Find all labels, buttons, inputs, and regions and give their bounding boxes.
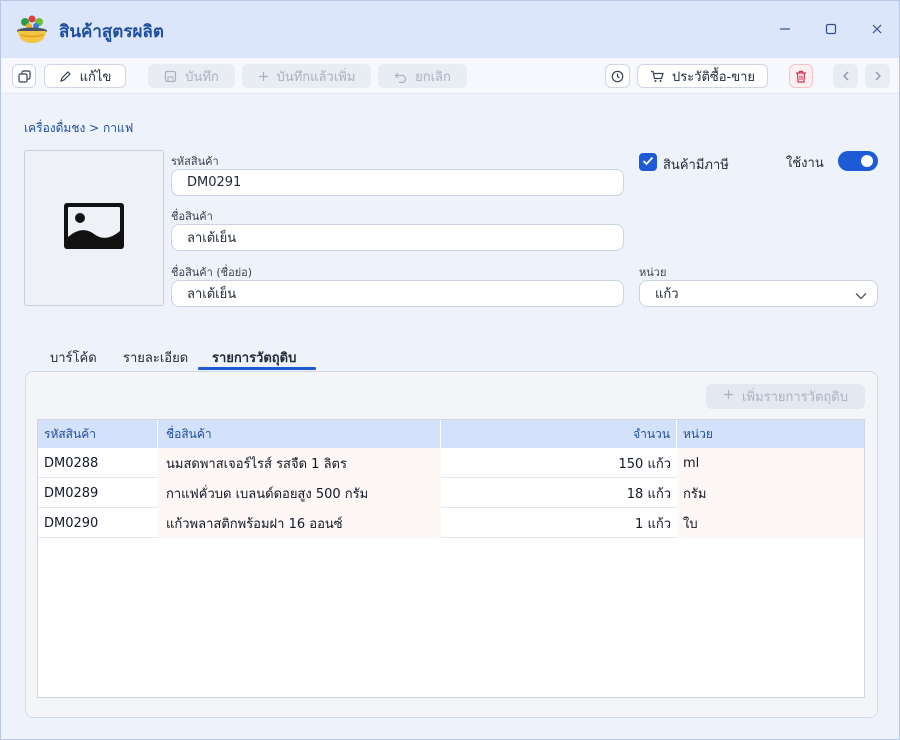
checkmark-icon <box>642 155 654 170</box>
cell-unit: ใบ <box>677 508 864 538</box>
chevron-left-icon <box>842 71 850 81</box>
delete-button[interactable] <box>789 64 813 88</box>
column-header-name[interactable]: ชื่อสินค้า <box>158 420 441 448</box>
clock-button[interactable] <box>605 64 630 88</box>
column-header-code[interactable]: รหัสสินค้า <box>38 420 158 448</box>
chevron-down-icon <box>855 289 867 304</box>
product-name-field[interactable]: ลาเต้เย็น <box>171 224 624 251</box>
product-image[interactable] <box>24 150 164 306</box>
toolbar: แก้ไข บันทึก บันทึกแล้วเพิ่ม ยกเลิก ประว… <box>1 58 899 94</box>
materials-table: รหัสสินค้า ชื่อสินค้า จำนวน หน่วย DM0288… <box>37 419 865 698</box>
cell-code: DM0290 <box>44 515 99 531</box>
taxable-checkbox[interactable] <box>639 153 657 171</box>
save-label: บันทึก <box>185 69 219 85</box>
cell-code: DM0288 <box>44 455 99 471</box>
column-header-quantity[interactable]: จำนวน <box>441 420 677 448</box>
trash-icon <box>795 70 807 83</box>
plus-icon <box>258 71 269 82</box>
toggle-knob <box>861 155 873 167</box>
cancel-button[interactable]: ยกเลิก <box>378 64 467 88</box>
cell-name: กาแฟคั่วบด เบลนด์ดอยสูง 500 กรัม <box>158 478 441 508</box>
save-and-add-label: บันทึกแล้วเพิ่ม <box>276 69 356 85</box>
save-icon <box>164 70 177 83</box>
copy-button[interactable] <box>12 64 36 88</box>
save-button[interactable]: บันทึก <box>148 64 235 88</box>
table-row[interactable]: DM0290 แก้วพลาสติกพร้อมฝา 16 ออนซ์ 1 แก้… <box>38 508 864 538</box>
edit-button[interactable]: แก้ไข <box>44 64 126 88</box>
salad-bowl-icon <box>15 13 49 47</box>
save-and-add-button[interactable]: บันทึกแล้วเพิ่ม <box>242 64 371 88</box>
close-button[interactable] <box>866 18 888 40</box>
product-code-field[interactable]: DM0291 <box>171 169 624 196</box>
purchase-sale-history-button[interactable]: ประวัติซื้อ-ขาย <box>637 64 768 88</box>
app-window: สินค้าสูตรผลิต แก้ไข บันทึก บันทึกแล้วเพ… <box>0 0 900 740</box>
active-tab-indicator <box>198 367 316 370</box>
title-bar: สินค้าสูตรผลิต <box>1 1 899 58</box>
cell-name: แก้วพลาสติกพร้อมฝา 16 ออนซ์ <box>158 508 441 538</box>
image-placeholder-icon <box>62 201 126 255</box>
cancel-label: ยกเลิก <box>415 69 451 85</box>
add-material-label: เพิ่มรายการวัตถุดิบ <box>742 390 848 405</box>
cell-quantity: 150 แก้ว <box>618 456 672 472</box>
breadcrumb[interactable]: เครื่องดื่มชง > กาแฟ <box>24 119 133 138</box>
cell-code: DM0289 <box>44 485 99 501</box>
copy-icon <box>17 69 31 83</box>
plus-icon <box>723 389 734 404</box>
taxable-label: สินค้ามีภาษี <box>663 158 729 173</box>
product-short-name-field[interactable]: ลาเต้เย็น <box>171 280 624 307</box>
product-short-name-label: ชื่อสินค้า (ชื่อย่อ) <box>171 266 253 279</box>
tab-details[interactable]: รายละเอียด <box>123 347 188 368</box>
minimize-button[interactable] <box>774 18 796 40</box>
unit-select[interactable]: แก้ว <box>639 280 878 307</box>
tab-barcode[interactable]: บาร์โค้ด <box>50 347 97 368</box>
previous-button[interactable] <box>833 64 858 88</box>
history-label: ประวัติซื้อ-ขาย <box>671 69 756 85</box>
window-title: สินค้าสูตรผลิต <box>59 22 164 42</box>
cell-unit: ml <box>677 448 864 478</box>
table-row[interactable]: DM0288 นมสดพาสเจอร์ไรส์ รสจืด 1 ลิตร 150… <box>38 448 864 478</box>
cell-unit: กรัม <box>677 478 864 508</box>
maximize-button[interactable] <box>820 18 842 40</box>
tab-materials[interactable]: รายการวัตถุดิบ <box>212 347 296 368</box>
active-label: ใช้งาน <box>786 156 824 171</box>
cart-icon <box>650 70 664 83</box>
active-toggle[interactable] <box>838 151 878 171</box>
table-row[interactable]: DM0289 กาแฟคั่วบด เบลนด์ดอยสูง 500 กรัม … <box>38 478 864 508</box>
cell-name: นมสดพาสเจอร์ไรส์ รสจืด 1 ลิตร <box>158 448 441 478</box>
unit-value: แก้ว <box>655 287 679 302</box>
edit-label: แก้ไข <box>79 69 112 85</box>
clock-icon <box>611 70 624 83</box>
column-header-unit[interactable]: หน่วย <box>677 420 864 448</box>
table-header: รหัสสินค้า ชื่อสินค้า จำนวน หน่วย <box>38 420 864 448</box>
next-button[interactable] <box>865 64 890 88</box>
cell-quantity: 1 แก้ว <box>635 516 671 532</box>
cell-quantity: 18 แก้ว <box>626 486 671 502</box>
undo-icon <box>394 70 407 83</box>
pencil-icon <box>59 70 72 83</box>
chevron-right-icon <box>874 71 882 81</box>
add-material-button[interactable]: เพิ่มรายการวัตถุดิบ <box>706 384 865 409</box>
product-code-label: รหัสสินค้า <box>171 155 219 168</box>
unit-label: หน่วย <box>639 266 667 279</box>
product-name-label: ชื่อสินค้า <box>171 210 213 223</box>
